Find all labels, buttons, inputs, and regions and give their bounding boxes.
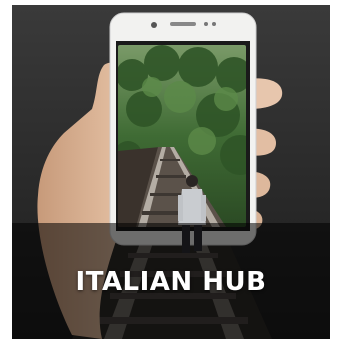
banner-title: ITALIAN HUB [75, 267, 267, 297]
banner-card[interactable]: ITALIAN HUB [12, 5, 330, 339]
